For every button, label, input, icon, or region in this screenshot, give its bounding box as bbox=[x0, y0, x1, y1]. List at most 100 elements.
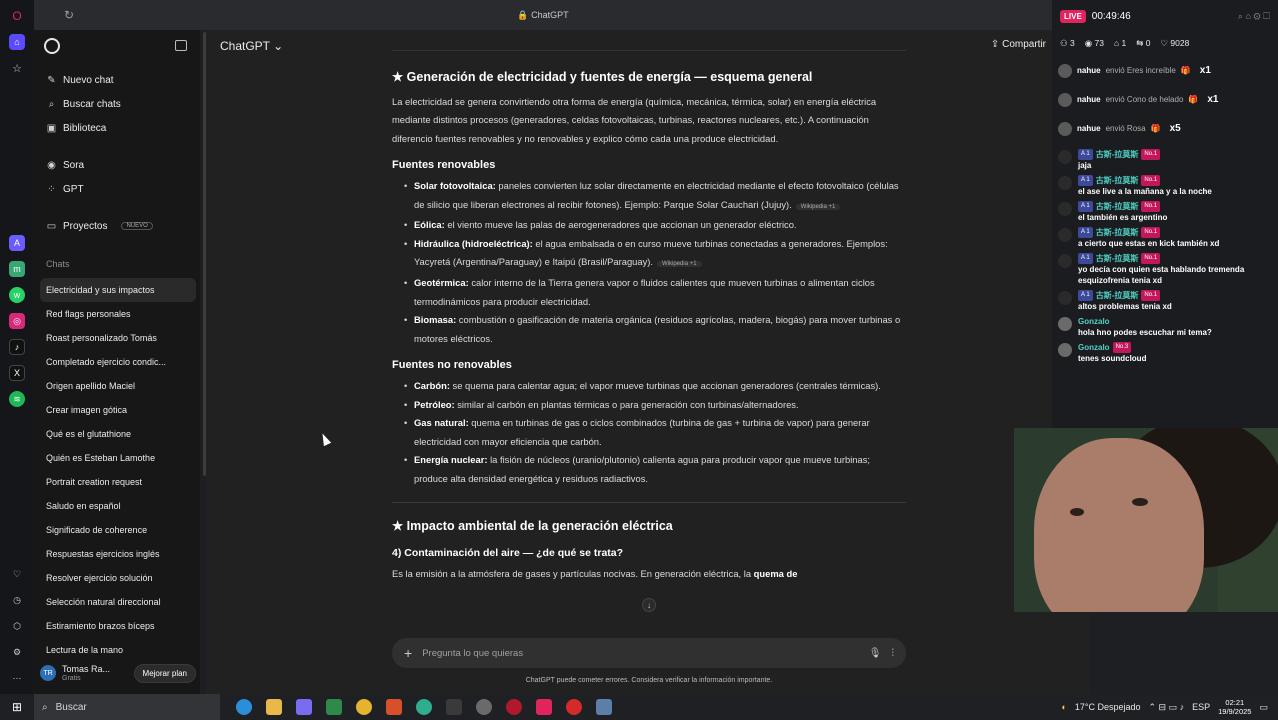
upgrade-plan-button[interactable]: Mejorar plan bbox=[133, 663, 196, 683]
chat-history-item[interactable]: Quién es Esteban Lamothe bbox=[40, 446, 196, 470]
opera-icon[interactable] bbox=[566, 699, 582, 715]
renewable-list: Solar fotovoltaica: paneles convierten l… bbox=[392, 177, 906, 348]
webcam-face bbox=[1034, 438, 1204, 612]
level-badge: A 1 bbox=[1078, 201, 1093, 212]
more-icon[interactable]: ⋯ bbox=[9, 670, 25, 686]
weather-text[interactable]: 17°C Despejado bbox=[1075, 702, 1141, 712]
chat-history-item[interactable]: Resolver ejercicio solución bbox=[40, 566, 196, 590]
microphone-icon[interactable]: 🎙 bbox=[869, 648, 882, 659]
chat-history-item[interactable]: Crear imagen gótica bbox=[40, 398, 196, 422]
chat-username[interactable]: 古斯-拉莫斯 bbox=[1096, 149, 1139, 160]
heart-icon[interactable]: ♡ bbox=[9, 566, 25, 582]
app-icon[interactable] bbox=[326, 699, 342, 715]
chat-history-item[interactable]: Saludo en español bbox=[40, 494, 196, 518]
stream-controls-icon[interactable]: ⌕ ⌂ ⚙ ☐ bbox=[1238, 11, 1270, 22]
box-icon[interactable]: ⬡ bbox=[9, 618, 25, 634]
clock[interactable]: 02:21 19/9/2025 bbox=[1218, 698, 1251, 716]
chat-history-item[interactable]: Respuestas ejercicios inglés bbox=[40, 542, 196, 566]
app-icon[interactable] bbox=[596, 699, 612, 715]
weather-icon: ◐ bbox=[1061, 702, 1067, 712]
ai-icon[interactable]: A bbox=[9, 235, 25, 251]
x-icon[interactable]: X bbox=[9, 365, 25, 381]
tray-icons[interactable]: ⌃ ⊟ ▭ ♪ bbox=[1149, 702, 1185, 713]
messenger-icon[interactable]: m bbox=[9, 261, 25, 277]
language-indicator[interactable]: ESP bbox=[1192, 702, 1210, 712]
chat-history-item[interactable]: Selección natural direccional bbox=[40, 590, 196, 614]
chat-text: altos problemas tenia xd bbox=[1078, 302, 1172, 311]
chrome-icon[interactable] bbox=[356, 699, 372, 715]
settings-icon[interactable]: ⚙ bbox=[9, 644, 25, 660]
taskbar-search[interactable]: ⌕ Buscar bbox=[34, 694, 220, 720]
chat-username[interactable]: 古斯-拉莫斯 bbox=[1096, 175, 1139, 186]
chat-username[interactable]: 古斯-拉莫斯 bbox=[1096, 290, 1139, 301]
projects-button[interactable]: ▭ Proyectos NUEVO bbox=[46, 217, 153, 235]
webcam-eye bbox=[1132, 498, 1148, 506]
whatsapp-icon[interactable]: w bbox=[9, 287, 25, 303]
source-chip[interactable]: Wikipedia +1 bbox=[657, 261, 702, 268]
term: Biomasa: bbox=[414, 314, 457, 326]
prompt-composer[interactable]: + Pregunta lo que quieras 🎙 ⫶ bbox=[392, 638, 906, 668]
mail-icon[interactable] bbox=[446, 699, 462, 715]
chat-username[interactable]: 古斯-拉莫斯 bbox=[1096, 253, 1139, 264]
home-icon[interactable]: ⌂ bbox=[9, 34, 25, 50]
gift-text: envió Eres increíble bbox=[1105, 66, 1176, 75]
chat-history-item[interactable]: Significado de coherence bbox=[40, 518, 196, 542]
file-explorer-icon[interactable] bbox=[266, 699, 282, 715]
new-chat-button[interactable]: ✎ Nuevo chat bbox=[46, 71, 113, 89]
tiktok-icon[interactable]: ♪ bbox=[9, 339, 25, 355]
openai-logo-icon[interactable] bbox=[44, 38, 60, 54]
chat-username[interactable]: 古斯-拉莫斯 bbox=[1096, 201, 1139, 212]
spotify-icon[interactable]: ≋ bbox=[9, 391, 25, 407]
sidebar-toggle-icon[interactable] bbox=[175, 40, 187, 51]
gpt-button[interactable]: ⁘ GPT bbox=[46, 180, 83, 198]
model-selector[interactable]: ChatGPT ⌄ bbox=[220, 39, 283, 53]
chat-history-item[interactable]: Completado ejercicio condic... bbox=[40, 350, 196, 374]
gift-multiplier: x1 bbox=[1207, 94, 1219, 105]
app-icon[interactable] bbox=[416, 699, 432, 715]
new-badge: NUEVO bbox=[121, 222, 153, 230]
notification-icon[interactable]: ▭ bbox=[1259, 702, 1268, 713]
app-icon[interactable] bbox=[476, 699, 492, 715]
chat-username[interactable]: Gonzalo bbox=[1078, 316, 1110, 327]
chat-history-item[interactable]: Electricidad y sus impactos bbox=[40, 278, 196, 302]
search-chats-button[interactable]: ⌕ Buscar chats bbox=[46, 95, 121, 113]
chat-history-item[interactable]: Estiramiento brazos bíceps bbox=[40, 614, 196, 638]
scroll-down-button[interactable]: ↓ bbox=[642, 598, 656, 612]
plus-icon[interactable]: + bbox=[404, 645, 412, 661]
library-button[interactable]: ▣ Biblioteca bbox=[46, 119, 107, 137]
history-icon[interactable]: ◷ bbox=[9, 592, 25, 608]
share-button[interactable]: ⇪ Compartir bbox=[991, 39, 1046, 50]
source-chip[interactable]: Wikipedia +1 bbox=[795, 203, 841, 210]
windows-start-icon[interactable]: ⊞ bbox=[0, 700, 34, 714]
rank-badge: No.1 bbox=[1141, 201, 1161, 212]
system-tray: ◐ 17°C Despejado ⌃ ⊟ ▭ ♪ ESP 02:21 19/9/… bbox=[1061, 698, 1278, 716]
term: Hidráulica (hidroeléctrica): bbox=[414, 237, 533, 249]
sora-button[interactable]: ◉ Sora bbox=[46, 156, 84, 174]
chat-history-item[interactable]: Qué es el glutathione bbox=[40, 422, 196, 446]
app-icon[interactable] bbox=[506, 699, 522, 715]
opera-icon[interactable]: O bbox=[9, 8, 25, 24]
chat-username[interactable]: Gonzalo bbox=[1078, 342, 1110, 353]
chat-history-item[interactable]: Red flags personales bbox=[40, 302, 196, 326]
chat-history-item[interactable]: Origen apellido Maciel bbox=[40, 374, 196, 398]
gift-multiplier: x1 bbox=[1199, 65, 1211, 76]
tiktok-icon[interactable] bbox=[536, 699, 552, 715]
address-bar[interactable]: 🔒 ChatGPT bbox=[34, 10, 1052, 21]
gift-row: nahue envió Eres increíble 🎁 x1 bbox=[1058, 56, 1272, 85]
voice-mode-icon[interactable]: ⫶ bbox=[892, 648, 895, 659]
store-icon[interactable] bbox=[296, 699, 312, 715]
chat-message-body: A 1 古斯-拉莫斯 No.1 el también es argentino bbox=[1078, 201, 1167, 223]
chat-history-item[interactable]: Roast personalizado Tomás bbox=[40, 326, 196, 350]
edge-icon[interactable] bbox=[236, 699, 252, 715]
user-menu[interactable]: TR Tomas Ra... Gratis Mejorar plan bbox=[40, 658, 196, 688]
list-item: Energía nuclear: la fisión de núcleos (u… bbox=[404, 451, 906, 488]
heading-nonrenewable: Fuentes no renovables bbox=[392, 359, 512, 372]
browser-sidebar-rail: O ⌂ ☆ A m w ◎ ♪ X ≋ ♡ ◷ ⬡ ⚙ ⋯ bbox=[0, 0, 34, 694]
star-icon[interactable]: ☆ bbox=[9, 60, 25, 76]
app-icon[interactable] bbox=[386, 699, 402, 715]
prompt-input[interactable]: Pregunta lo que quieras bbox=[422, 648, 859, 659]
chat-username[interactable]: 古斯-拉莫斯 bbox=[1096, 227, 1139, 238]
instagram-icon[interactable]: ◎ bbox=[9, 313, 25, 329]
chat-history-item[interactable]: Portrait creation request bbox=[40, 470, 196, 494]
heading-air: 4) Contaminación del aire — ¿de qué se t… bbox=[392, 547, 624, 560]
